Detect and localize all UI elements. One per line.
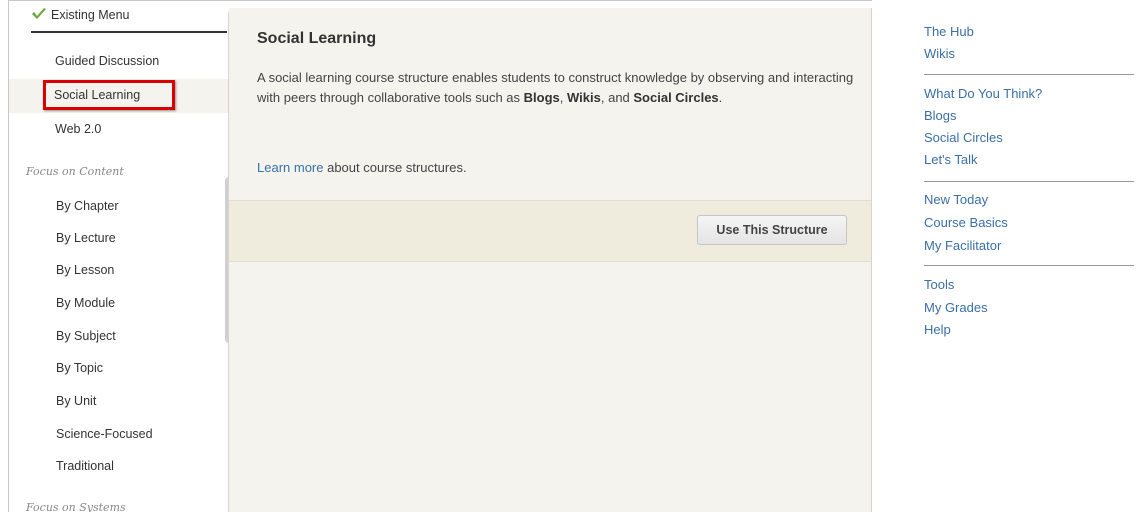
preview-link-the-hub[interactable]: The Hub [924, 24, 974, 40]
preview-link-my-facilitator[interactable]: My Facilitator [924, 238, 1001, 254]
menu-item-guided-discussion[interactable]: Guided Discussion [9, 47, 228, 75]
course-menu-preview: The Hub Wikis What Do You Think? Blogs S… [872, 0, 1148, 512]
menu-item-by-chapter[interactable]: By Chapter [56, 199, 119, 213]
action-bar: Use This Structure [229, 200, 871, 262]
preview-divider [924, 265, 1134, 266]
existing-menu-label: Existing Menu [51, 8, 130, 22]
menu-item-by-lesson[interactable]: By Lesson [56, 263, 114, 277]
structure-detail-panel: Social Learning A social learning course… [228, 8, 872, 512]
preview-link-blogs[interactable]: Blogs [924, 108, 957, 124]
menu-item-label: Social Learning [54, 88, 141, 102]
menu-item-science-focused[interactable]: Science-Focused [56, 427, 153, 441]
checkmark-icon [32, 8, 46, 19]
menu-item-label: Guided Discussion [55, 54, 160, 68]
preview-link-social-circles[interactable]: Social Circles [924, 130, 1003, 146]
preview-divider [924, 74, 1134, 75]
preview-link-help[interactable]: Help [924, 322, 951, 338]
preview-link-what-do-you-think[interactable]: What Do You Think? [924, 86, 1042, 102]
preview-link-my-grades[interactable]: My Grades [924, 300, 988, 316]
preview-link-course-basics[interactable]: Course Basics [924, 215, 1008, 231]
preview-link-wikis[interactable]: Wikis [924, 46, 955, 62]
section-focus-on-content: Focus on Content [26, 165, 124, 178]
preview-link-new-today[interactable]: New Today [924, 192, 988, 208]
use-this-structure-button[interactable]: Use This Structure [697, 215, 847, 245]
menu-item-social-learning[interactable]: Social Learning [9, 79, 228, 113]
menu-item-traditional[interactable]: Traditional [56, 459, 114, 473]
menu-item-label: Web 2.0 [55, 122, 102, 136]
detail-empty-area [229, 262, 871, 512]
learn-more-link[interactable]: Learn more [257, 160, 323, 175]
menu-item-web-2-0[interactable]: Web 2.0 [9, 115, 228, 143]
menu-item-by-unit[interactable]: By Unit [56, 394, 96, 408]
detail-content: Social Learning A social learning course… [229, 8, 871, 200]
section-focus-on-systems: Focus on Systems [26, 501, 126, 512]
preview-link-tools[interactable]: Tools [924, 277, 954, 293]
menu-item-by-topic[interactable]: By Topic [56, 361, 103, 375]
menu-item-by-lecture[interactable]: By Lecture [56, 231, 116, 245]
detail-title: Social Learning [257, 30, 377, 47]
learn-more-line: Learn more about course structures. [257, 160, 467, 175]
detail-description: A social learning course structure enabl… [257, 70, 854, 105]
menu-item-by-subject[interactable]: By Subject [56, 329, 116, 343]
menu-item-by-module[interactable]: By Module [56, 296, 115, 310]
selection-highlight: Social Learning [43, 80, 175, 110]
existing-menu-header[interactable]: Existing Menu [31, 7, 227, 33]
structure-list-panel: Existing Menu Guided Discussion Social L… [9, 1, 228, 512]
preview-link-lets-talk[interactable]: Let's Talk [924, 152, 978, 168]
preview-divider [924, 181, 1134, 182]
